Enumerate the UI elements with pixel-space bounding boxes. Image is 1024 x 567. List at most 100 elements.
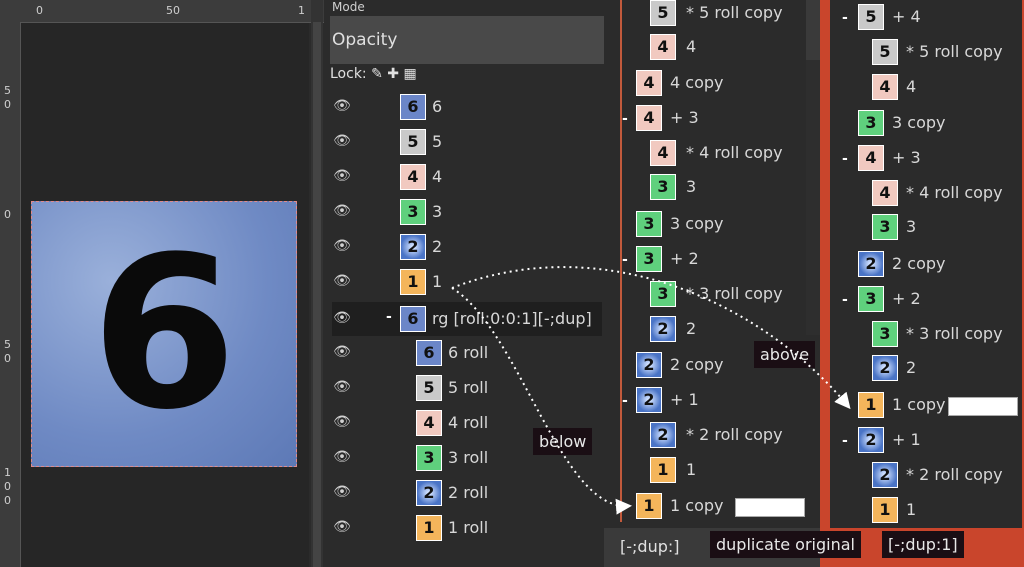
item-label: 4 copy [670, 73, 724, 92]
item-label: 4 [906, 77, 917, 96]
item-thumbnail: 2 [636, 387, 662, 413]
item-thumbnail: 3 [872, 321, 898, 347]
ruler-tick: 0 [36, 4, 43, 17]
layer-label: 5 [432, 132, 443, 151]
eye-icon[interactable]: 👁 [332, 449, 352, 465]
layers-panel: Mode Opacity Lock: ✎ ✚ ▦ 👁 6 6 👁 5 5 👁 4 4 👁 3 3 👁 2 2… [324, 0, 612, 567]
item-label: + 3 [892, 148, 921, 167]
eye-icon[interactable]: 👁 [332, 379, 352, 395]
ruler-tick: 5 [4, 84, 11, 97]
item-thumbnail: 2 [872, 355, 898, 381]
mode-label[interactable]: Mode [324, 0, 612, 14]
pencil-icon[interactable]: ✎ [371, 66, 383, 82]
layer-row[interactable]: 👁 -6 rg [roll:0:0:1][-;dup] [332, 302, 602, 336]
item-thumbnail: 1 [872, 497, 898, 523]
layer-row[interactable]: 👁 4 4 [332, 160, 602, 194]
layer-row[interactable]: 👁 6 6 roll [332, 336, 602, 370]
eye-icon[interactable]: 👁 [332, 238, 352, 254]
layer-row[interactable]: 👁 5 5 roll [332, 371, 602, 405]
middle-scrollbar[interactable] [806, 0, 820, 60]
collapse-icon[interactable]: - [842, 151, 848, 167]
opacity-field[interactable]: Opacity [330, 16, 604, 64]
layer-row[interactable]: 👁 2 2 [332, 230, 602, 264]
eye-icon[interactable]: 👁 [332, 344, 352, 360]
lock-label: Lock: [330, 66, 367, 82]
item-thumbnail: 3 [872, 214, 898, 240]
layer-row[interactable]: 👁 6 6 [332, 90, 602, 124]
ruler-top: 0 50 1 [0, 0, 324, 23]
layer-thumbnail: 1 [400, 269, 426, 295]
item-label: 1 copy [892, 395, 946, 414]
layer-label: 4 [432, 167, 443, 186]
move-icon[interactable]: ✚ [387, 66, 399, 82]
item-thumbnail: 4 [650, 34, 676, 60]
collapse-icon[interactable]: - [622, 111, 628, 127]
collapse-icon[interactable]: - [842, 292, 848, 308]
item-thumbnail: 3 [650, 174, 676, 200]
layer-label: rg [roll:0:0:1][-;dup] [432, 309, 592, 328]
layer-label: 5 roll [448, 378, 489, 397]
eye-icon[interactable]: 👁 [332, 273, 352, 289]
item-thumbnail: 1 [858, 392, 884, 418]
middle-caption: [-;dup:] [620, 537, 680, 556]
scrollbar-thumb[interactable] [313, 22, 321, 567]
item-thumbnail: 2 [858, 251, 884, 277]
collapse-icon[interactable]: - [622, 393, 628, 409]
eye-icon[interactable]: 👁 [332, 203, 352, 219]
layer-label: 2 [432, 237, 443, 256]
item-thumbnail: 4 [872, 180, 898, 206]
layer-row[interactable]: 👁 3 3 [332, 195, 602, 229]
item-thumbnail: 3 [636, 246, 662, 272]
item-label: 2 [686, 319, 697, 338]
item-thumbnail: 2 [872, 462, 898, 488]
item-label: 1 [686, 460, 697, 479]
item-thumbnail: 4 [636, 105, 662, 131]
item-label: * 5 roll copy [686, 3, 783, 22]
eye-icon[interactable]: 👁 [332, 98, 352, 114]
layer-thumbnail: 6 [400, 94, 426, 120]
item-label: + 1 [670, 390, 699, 409]
item-thumbnail: 4 [650, 140, 676, 166]
item-label: + 3 [670, 108, 699, 127]
item-thumbnail: 3 [636, 211, 662, 237]
layer-thumbnail: 5 [416, 375, 442, 401]
item-thumbnail: 3 [858, 110, 884, 136]
item-label: + 2 [670, 249, 699, 268]
ruler-tick: 50 [166, 4, 180, 17]
item-label: 3 copy [670, 214, 724, 233]
layer-row[interactable]: 👁 1 1 roll [332, 511, 602, 545]
collapse-icon[interactable]: - [842, 433, 848, 449]
layer-row[interactable]: 👁 2 2 roll [332, 476, 602, 510]
right-caption: [-;dup:1] [882, 531, 964, 558]
ruler-tick: 0 [4, 352, 11, 365]
layer-thumbnail: 3 [400, 199, 426, 225]
layer-row[interactable]: 👁 1 1 [332, 265, 602, 299]
item-label: * 5 roll copy [906, 42, 1003, 61]
layer-thumbnail: 6 [400, 306, 426, 332]
layer-row[interactable]: 👁 5 5 [332, 125, 602, 159]
eye-icon[interactable]: 👁 [332, 168, 352, 184]
checker-icon[interactable]: ▦ [403, 66, 416, 82]
eye-icon[interactable]: 👁 [332, 484, 352, 500]
item-label: * 3 roll copy [686, 284, 783, 303]
collapse-icon[interactable]: - [842, 10, 848, 26]
item-thumbnail: 2 [650, 316, 676, 342]
layer-label: 3 roll [448, 448, 489, 467]
middle-scroll-track[interactable] [806, 60, 820, 335]
layer-label: 6 roll [448, 343, 489, 362]
eye-icon[interactable]: 👁 [332, 519, 352, 535]
item-label: 2 copy [892, 254, 946, 273]
eye-icon[interactable]: 👁 [332, 133, 352, 149]
collapse-icon[interactable]: - [622, 252, 628, 268]
collapse-icon[interactable]: - [386, 309, 392, 325]
item-label: 1 [906, 500, 917, 519]
above-tag: above [754, 341, 816, 368]
eye-icon[interactable]: 👁 [332, 414, 352, 430]
item-label: 2 [906, 358, 917, 377]
item-label: * 2 roll copy [686, 425, 783, 444]
ruler-tick: 0 [4, 480, 11, 493]
canvas-scrollbar[interactable] [311, 0, 323, 567]
eye-icon[interactable]: 👁 [332, 310, 352, 326]
image-canvas[interactable]: 6 [31, 201, 297, 467]
item-label: 4 [686, 37, 697, 56]
